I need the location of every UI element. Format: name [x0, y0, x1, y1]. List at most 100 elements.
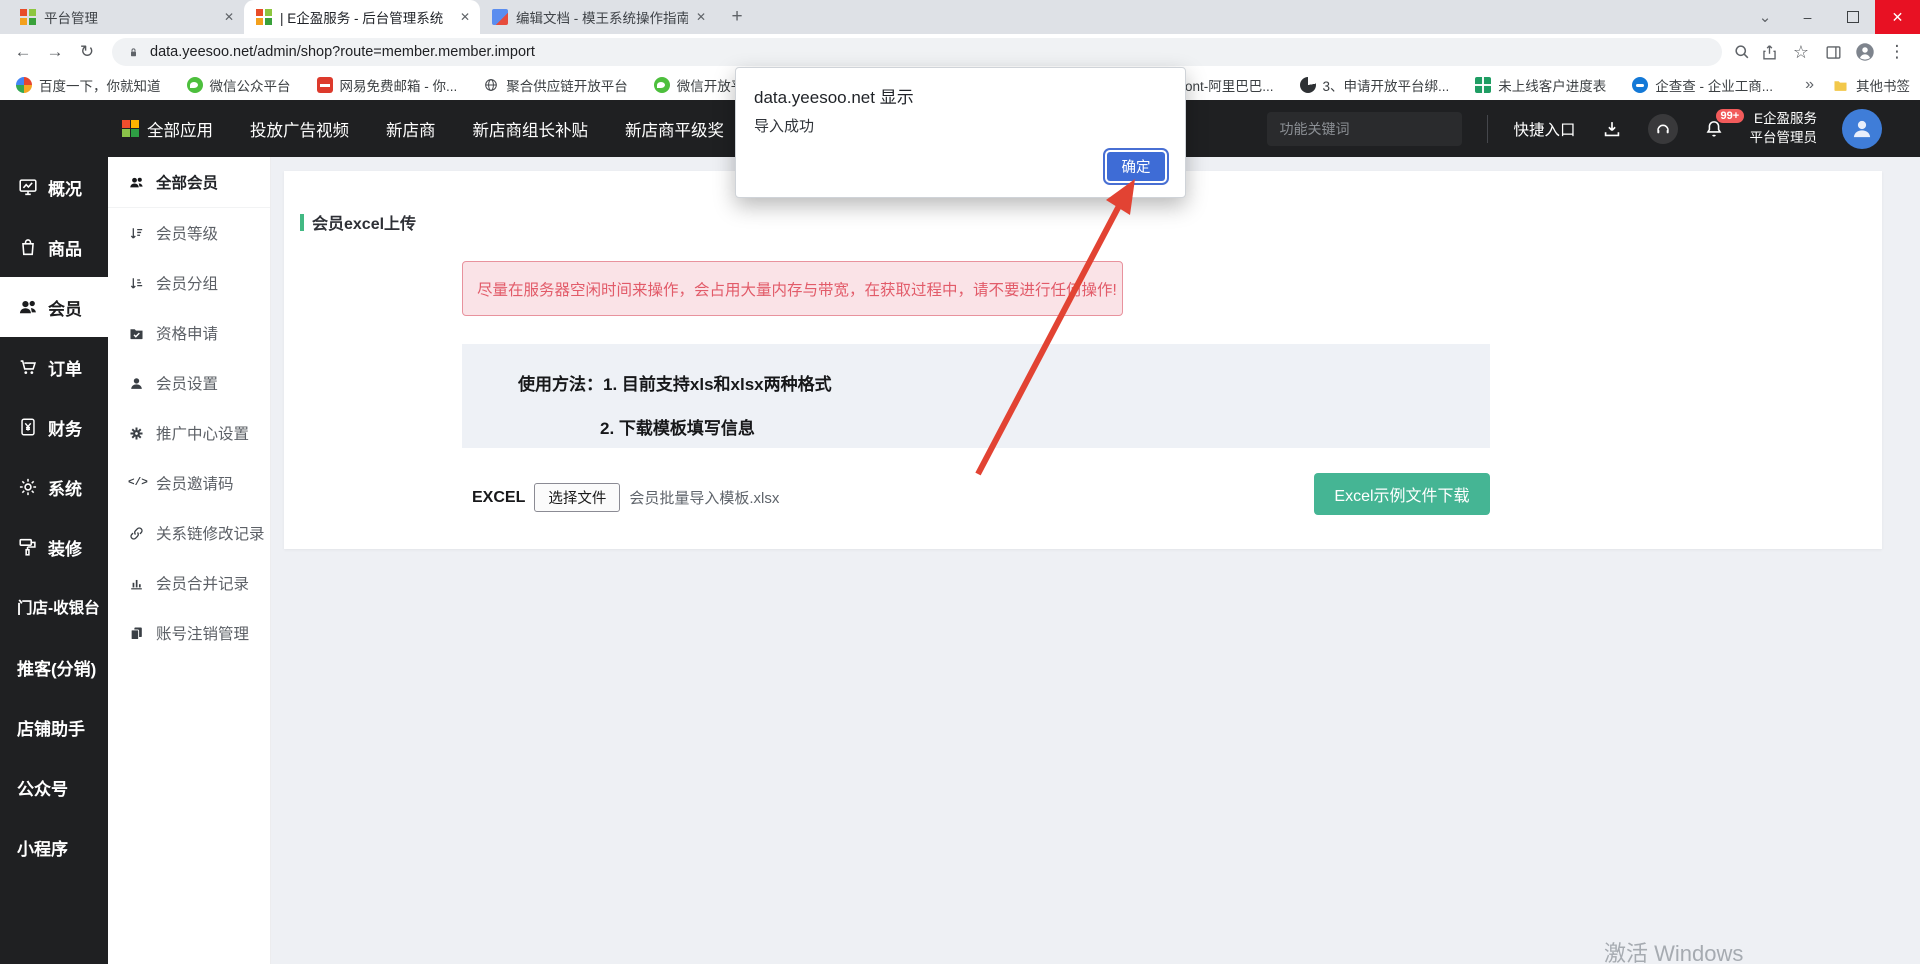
maximize-icon [1847, 11, 1859, 23]
bookmark-iconfont[interactable]: ont-阿里巴巴... [1185, 75, 1274, 95]
submenu-item-invite-code[interactable]: </>会员邀请码 [108, 458, 270, 508]
submenu-item-member-level[interactable]: 会员等级 [108, 208, 270, 258]
bookmark-qichacha[interactable]: 企查查 - 企业工商... [1632, 75, 1773, 95]
submenu-item-promotion-settings[interactable]: 推广中心设置 [108, 408, 270, 458]
minimize-button[interactable]: – [1785, 0, 1830, 34]
sidebar-item-mini-program[interactable]: 小程序 [0, 817, 108, 877]
tab-close-icon[interactable]: ✕ [696, 10, 706, 24]
submenu-item-member-group[interactable]: 会员分组 [108, 258, 270, 308]
close-window-button[interactable]: ✕ [1875, 0, 1920, 34]
bookmarks-overflow-icon[interactable]: » [1805, 76, 1814, 94]
sidebar-item-store-cashier[interactable]: 门店-收银台 [0, 577, 108, 637]
sidebar-item-finance[interactable]: 财务 [0, 397, 108, 457]
tab-title: 编辑文档 - 模王系统操作指南.. [516, 7, 688, 27]
tab-title: | E企盈服务 - 后台管理系统 [280, 7, 452, 27]
link-icon [128, 525, 145, 542]
alert-confirm-button[interactable]: 确定 [1107, 152, 1165, 181]
tab-search-caret-icon[interactable]: ⌄ [1745, 0, 1785, 34]
bookmark-star-icon[interactable]: ☆ [1786, 37, 1816, 67]
function-search-input[interactable] [1267, 112, 1462, 146]
bookmark-wechat-mp[interactable]: 微信公众平台 [187, 75, 291, 95]
tab-edit-doc[interactable]: 编辑文档 - 模王系统操作指南.. ✕ [480, 0, 716, 34]
notifications-bell[interactable]: 99+ [1703, 118, 1725, 140]
quick-entry-link[interactable]: 快捷入口 [1513, 118, 1575, 140]
primary-sidebar: 概况 商品 会员 订单 财务 系统 装修 门店-收银台 推客(分销) 店铺助手 … [0, 100, 108, 964]
nav-item-new-shop[interactable]: 新店商 [386, 117, 436, 141]
gear-icon [128, 425, 145, 442]
new-tab-button[interactable]: + [722, 2, 752, 32]
user-avatar[interactable] [1842, 109, 1882, 149]
orders-cart-icon [17, 356, 39, 378]
zoom-icon[interactable] [1732, 42, 1752, 62]
profile-avatar-icon[interactable] [1850, 37, 1880, 67]
sidebar-item-system[interactable]: 系统 [0, 457, 108, 517]
nav-item-ad-video[interactable]: 投放广告视频 [250, 117, 349, 141]
choose-file-button[interactable]: 选择文件 [534, 483, 620, 512]
netease-favicon [317, 77, 333, 93]
url-text: data.yeesoo.net/admin/shop?route=member.… [150, 44, 535, 60]
title-accent-bar [300, 214, 304, 231]
tab-platform-admin[interactable]: 平台管理 ✕ [8, 0, 244, 34]
profile-info[interactable]: E企盈服务 平台管理员 [1750, 110, 1818, 148]
activate-windows-watermark: 激活 Windows [1604, 936, 1743, 964]
eqiying-favicon [256, 9, 272, 25]
folder-icon [1832, 77, 1849, 94]
sidebar-item-overview[interactable]: 概况 [0, 157, 108, 217]
nav-item-peer-reward[interactable]: 新店商平级奖 [625, 117, 724, 141]
sidebar-item-shop-assistant[interactable]: 店铺助手 [0, 697, 108, 757]
bookmark-apply-platform[interactable]: 3、申请开放平台绑... [1300, 75, 1450, 95]
address-bar[interactable]: data.yeesoo.net/admin/shop?route=member.… [112, 38, 1722, 66]
menu-dots-icon[interactable]: ⋮ [1882, 37, 1912, 67]
bookmark-baidu[interactable]: 百度一下，你就知道 [16, 75, 161, 95]
baidu-favicon [16, 77, 32, 93]
reload-button[interactable]: ↻ [72, 37, 102, 67]
folder-check-icon [128, 325, 145, 342]
paint-roller-icon [17, 536, 39, 558]
browser-tab-strip: 平台管理 ✕ | E企盈服务 - 后台管理系统 ✕ 编辑文档 - 模王系统操作指… [0, 0, 1920, 34]
nav-right-cluster: 快捷入口 99+ E企盈服务 平台管理员 [1267, 109, 1920, 149]
nav-item-all-apps[interactable]: 全部应用 [122, 117, 213, 141]
tab-close-icon[interactable]: ✕ [224, 10, 234, 24]
side-panel-icon[interactable] [1818, 37, 1848, 67]
submenu-item-qualification[interactable]: 资格申请 [108, 308, 270, 358]
excel-label: EXCEL [472, 489, 525, 507]
submenu-item-all-members[interactable]: 全部会员 [108, 157, 270, 208]
selected-file-name: 会员批量导入模板.xlsx [629, 487, 779, 508]
bookmark-163-mail[interactable]: 网易免费邮箱 - 你... [317, 75, 458, 95]
other-bookmarks-button[interactable]: 其他书签 [1832, 75, 1910, 95]
sidebar-item-official-account[interactable]: 公众号 [0, 757, 108, 817]
sort-group-icon [128, 275, 145, 292]
bookmark-client-progress[interactable]: 未上线客户进度表 [1475, 75, 1606, 95]
submenu-item-account-cancel[interactable]: 账号注销管理 [108, 608, 270, 658]
finance-icon [17, 416, 39, 438]
share-icon[interactable] [1754, 37, 1784, 67]
pie-favicon [1300, 77, 1316, 93]
nav-item-leader-subsidy[interactable]: 新店商组长补贴 [473, 117, 589, 141]
doc-favicon [492, 9, 508, 25]
main-content: 会员excel上传 尽量在服务器空闲时间来操作，会占用大量内存与带宽，在获取过程… [271, 157, 1920, 964]
back-button[interactable]: ← [8, 37, 38, 67]
nav-divider [1487, 115, 1488, 143]
profile-role: 平台管理员 [1750, 129, 1818, 148]
bookmark-supply-chain[interactable]: 聚合供应链开放平台 [483, 75, 628, 95]
chart-icon [128, 575, 145, 592]
assistant-icon[interactable] [1648, 114, 1678, 144]
tab-admin-system-active[interactable]: | E企盈服务 - 后台管理系统 ✕ [244, 0, 480, 34]
maximize-button[interactable] [1830, 0, 1875, 34]
sidebar-item-distribution[interactable]: 推客(分销) [0, 637, 108, 697]
lock-icon [126, 45, 141, 60]
excel-sample-download-button[interactable]: Excel示例文件下载 [1314, 473, 1490, 515]
sidebar-item-decoration[interactable]: 装修 [0, 517, 108, 577]
forward-button[interactable]: → [40, 37, 70, 67]
submenu-item-member-settings[interactable]: 会员设置 [108, 358, 270, 408]
submenu-item-relation-log[interactable]: 关系链修改记录 [108, 508, 270, 558]
tab-close-icon[interactable]: ✕ [460, 10, 470, 24]
sidebar-item-orders[interactable]: 订单 [0, 337, 108, 397]
sidebar-item-goods[interactable]: 商品 [0, 217, 108, 277]
alert-dialog-title: data.yeesoo.net 显示 [754, 83, 914, 108]
profile-company: E企盈服务 [1750, 110, 1818, 129]
sidebar-item-members[interactable]: 会员 [0, 277, 108, 337]
download-icon[interactable] [1601, 118, 1623, 140]
submenu-item-merge-log[interactable]: 会员合并记录 [108, 558, 270, 608]
warning-banner: 尽量在服务器空闲时间来操作，会占用大量内存与带宽，在获取过程中，请不要进行任何操… [462, 261, 1123, 316]
